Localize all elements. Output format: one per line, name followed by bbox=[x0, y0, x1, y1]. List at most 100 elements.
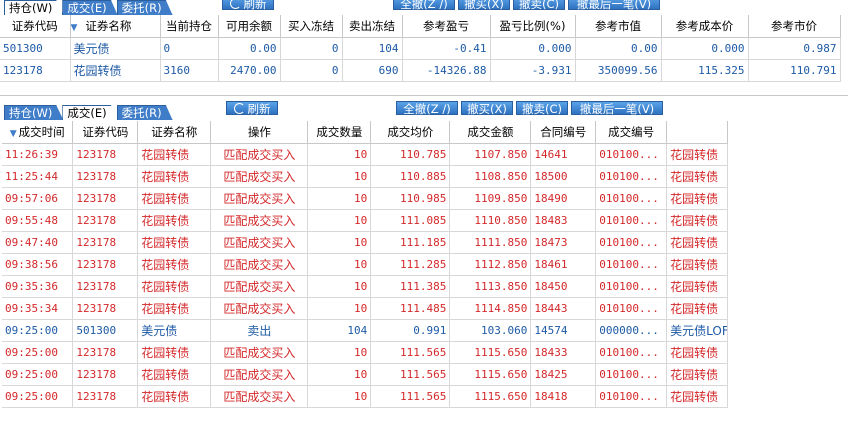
col-header-cost-price[interactable]: 参考成本价 bbox=[661, 15, 749, 38]
trade-cell: 10 bbox=[307, 231, 372, 254]
trade-cell: 匹配成交买入 bbox=[210, 341, 309, 364]
trade-cell: 103.060 bbox=[449, 319, 532, 342]
trade-row[interactable]: 09:25:00 123178 花园转债 匹配成交买入 10 111.565 1115.65… bbox=[2, 363, 728, 386]
bottom-cancel-last-button[interactable]: 撤最后一笔(V) bbox=[571, 101, 663, 116]
col-header-name[interactable]: 证券名称 bbox=[137, 121, 212, 144]
col-header-quantity[interactable]: 成交数量 bbox=[307, 121, 372, 144]
col-header-market-value[interactable]: 参考市值 bbox=[575, 15, 662, 38]
trade-row[interactable]: 09:35:34 123178 花园转债 匹配成交买入 10 111.485 1114.85… bbox=[2, 297, 728, 320]
trade-cell: 111.565 bbox=[370, 363, 451, 386]
trade-cell: 花园转债 bbox=[137, 143, 212, 166]
trade-row[interactable]: 09:35:36 123178 花园转债 匹配成交买入 10 111.385 1113.85… bbox=[2, 275, 728, 298]
trade-cell: 花园转债 bbox=[666, 385, 728, 408]
tab-trades[interactable]: 成交(E) bbox=[62, 105, 118, 120]
trade-cell: 104 bbox=[307, 319, 372, 342]
position-cell: 0.000 bbox=[490, 37, 576, 60]
trade-cell: 123178 bbox=[72, 297, 139, 320]
col-header-code[interactable]: 证券代码 bbox=[72, 121, 139, 144]
top-cancel-last-button[interactable]: 撤最后一笔(V) bbox=[568, 0, 660, 11]
trade-cell: 花园转债 bbox=[666, 187, 728, 210]
position-cell: 0 bbox=[280, 59, 343, 82]
position-cell: 350099.56 bbox=[575, 59, 662, 82]
trade-cell: 1115.650 bbox=[449, 363, 532, 386]
trade-cell: 花园转债 bbox=[137, 231, 212, 254]
position-row[interactable]: 123178 花园转债 3160 2470.00 0 690 -14326.88 -3.931… bbox=[0, 59, 841, 82]
col-header-extra[interactable] bbox=[666, 121, 728, 144]
refresh-icon bbox=[233, 103, 245, 114]
position-cell: 0 bbox=[160, 37, 219, 60]
col-header-amount[interactable]: 成交金额 bbox=[449, 121, 532, 144]
trade-cell: 1108.850 bbox=[449, 165, 532, 188]
top-cancel-sell-button[interactable]: 撤卖(C) bbox=[513, 0, 565, 11]
tab-orders[interactable]: 委托(R) bbox=[116, 105, 173, 120]
trade-cell: 匹配成交买入 bbox=[210, 187, 309, 210]
trade-row[interactable]: 11:26:39 123178 花园转债 匹配成交买入 10 110.785 1107.85… bbox=[2, 143, 728, 166]
col-header-sell-frozen[interactable]: 卖出冻结 bbox=[342, 15, 403, 38]
trade-cell: 花园转债 bbox=[137, 165, 212, 188]
trade-cell: 123178 bbox=[72, 253, 139, 276]
position-cell: 0.00 bbox=[218, 37, 281, 60]
trade-cell: 花园转债 bbox=[137, 363, 212, 386]
position-cell: 115.325 bbox=[661, 59, 749, 82]
col-header-buy-frozen[interactable]: 买入冻结 bbox=[280, 15, 343, 38]
bottom-cancel-buy-button[interactable]: 撤买(X) bbox=[461, 101, 513, 116]
trade-cell: 09:25:00 bbox=[2, 385, 74, 408]
tab-trades[interactable]: 成交(E) bbox=[62, 0, 118, 15]
trade-row[interactable]: 11:25:44 123178 花园转债 匹配成交买入 10 110.885 1108.85… bbox=[2, 165, 728, 188]
trade-cell: 花园转债 bbox=[666, 275, 728, 298]
trade-cell: 10 bbox=[307, 341, 372, 364]
tab-orders[interactable]: 委托(R) bbox=[116, 0, 173, 15]
trade-cell: 123178 bbox=[72, 209, 139, 232]
trade-cell: 18483 bbox=[530, 209, 597, 232]
trade-cell: 匹配成交买入 bbox=[210, 231, 309, 254]
trade-row[interactable]: 09:55:48 123178 花园转债 匹配成交买入 10 111.085 1110.85… bbox=[2, 209, 728, 232]
trade-row[interactable]: 09:57:06 123178 花园转债 匹配成交买入 10 110.985 1109.85… bbox=[2, 187, 728, 210]
col-header-name[interactable]: ▼ 证券名称 bbox=[70, 15, 161, 38]
trade-cell: 花园转债 bbox=[137, 253, 212, 276]
col-header-holding[interactable]: 当前持仓 bbox=[160, 15, 219, 38]
col-header-pnl-ratio[interactable]: 盈亏比例(%) bbox=[490, 15, 576, 38]
trade-cell: 000000... bbox=[595, 319, 668, 342]
trade-row[interactable]: 09:47:40 123178 花园转债 匹配成交买入 10 111.185 1111.85… bbox=[2, 231, 728, 254]
bottom-cancel-all-button[interactable]: 全撤(Z /) bbox=[396, 101, 458, 116]
col-header-available[interactable]: 可用余额 bbox=[218, 15, 281, 38]
position-cell: 110.791 bbox=[748, 59, 841, 82]
col-header-code[interactable]: 证券代码 bbox=[0, 15, 71, 38]
trade-cell: 0.991 bbox=[370, 319, 451, 342]
col-header-trade-no[interactable]: 成交编号 bbox=[595, 121, 668, 144]
trade-cell: 美元债 bbox=[137, 319, 212, 342]
col-header-avg-price[interactable]: 成交均价 bbox=[370, 121, 451, 144]
col-header-trade-time[interactable]: ▼ 成交时间 bbox=[2, 121, 74, 144]
trade-cell: 1115.650 bbox=[449, 385, 532, 408]
trade-row[interactable]: 09:25:00 123178 花园转债 匹配成交买入 10 111.565 1115.65… bbox=[2, 341, 728, 364]
trade-cell: 09:38:56 bbox=[2, 253, 74, 276]
top-cancel-buy-button[interactable]: 撤买(X) bbox=[458, 0, 510, 11]
tab-positions[interactable]: 持仓(W) bbox=[4, 105, 64, 120]
trade-cell: 09:57:06 bbox=[2, 187, 74, 210]
col-header-pnl[interactable]: 参考盈亏 bbox=[402, 15, 491, 38]
trade-cell: 09:35:34 bbox=[2, 297, 74, 320]
trade-row[interactable]: 09:25:00 501300 美元债 卖出 104 0.991 103.060 14574 0… bbox=[2, 319, 728, 342]
top-refresh-button[interactable]: 刷新 bbox=[222, 0, 274, 11]
col-header-market-price[interactable]: 参考市价 bbox=[748, 15, 841, 38]
tab-positions[interactable]: 持仓(W) bbox=[4, 0, 64, 15]
trade-cell: 11:25:44 bbox=[2, 165, 74, 188]
trade-cell: 花园转债 bbox=[666, 363, 728, 386]
trade-cell: 111.285 bbox=[370, 253, 451, 276]
trade-row[interactable]: 09:25:00 123178 花园转债 匹配成交买入 10 111.565 1115.65… bbox=[2, 385, 728, 408]
col-header-contract-no[interactable]: 合同编号 bbox=[530, 121, 597, 144]
trade-cell: 010100... bbox=[595, 385, 668, 408]
trade-row[interactable]: 09:38:56 123178 花园转债 匹配成交买入 10 111.285 1112.85… bbox=[2, 253, 728, 276]
trade-cell: 09:47:40 bbox=[2, 231, 74, 254]
top-cancel-all-button[interactable]: 全撤(Z /) bbox=[393, 0, 455, 11]
position-row[interactable]: 501300 美元债 0 0.00 0 104 -0.41 0.000 0.00 0.000 0.9… bbox=[0, 37, 841, 60]
sort-desc-icon: ▼ bbox=[9, 129, 17, 139]
trade-cell: 10 bbox=[307, 297, 372, 320]
trade-cell: 10 bbox=[307, 209, 372, 232]
trade-cell: 123178 bbox=[72, 363, 139, 386]
col-header-operation[interactable]: 操作 bbox=[210, 121, 309, 144]
trade-cell: 010100... bbox=[595, 209, 668, 232]
bottom-cancel-sell-button[interactable]: 撤卖(C) bbox=[516, 101, 568, 116]
trade-cell: 010100... bbox=[595, 275, 668, 298]
bottom-refresh-button[interactable]: 刷新 bbox=[226, 101, 278, 116]
